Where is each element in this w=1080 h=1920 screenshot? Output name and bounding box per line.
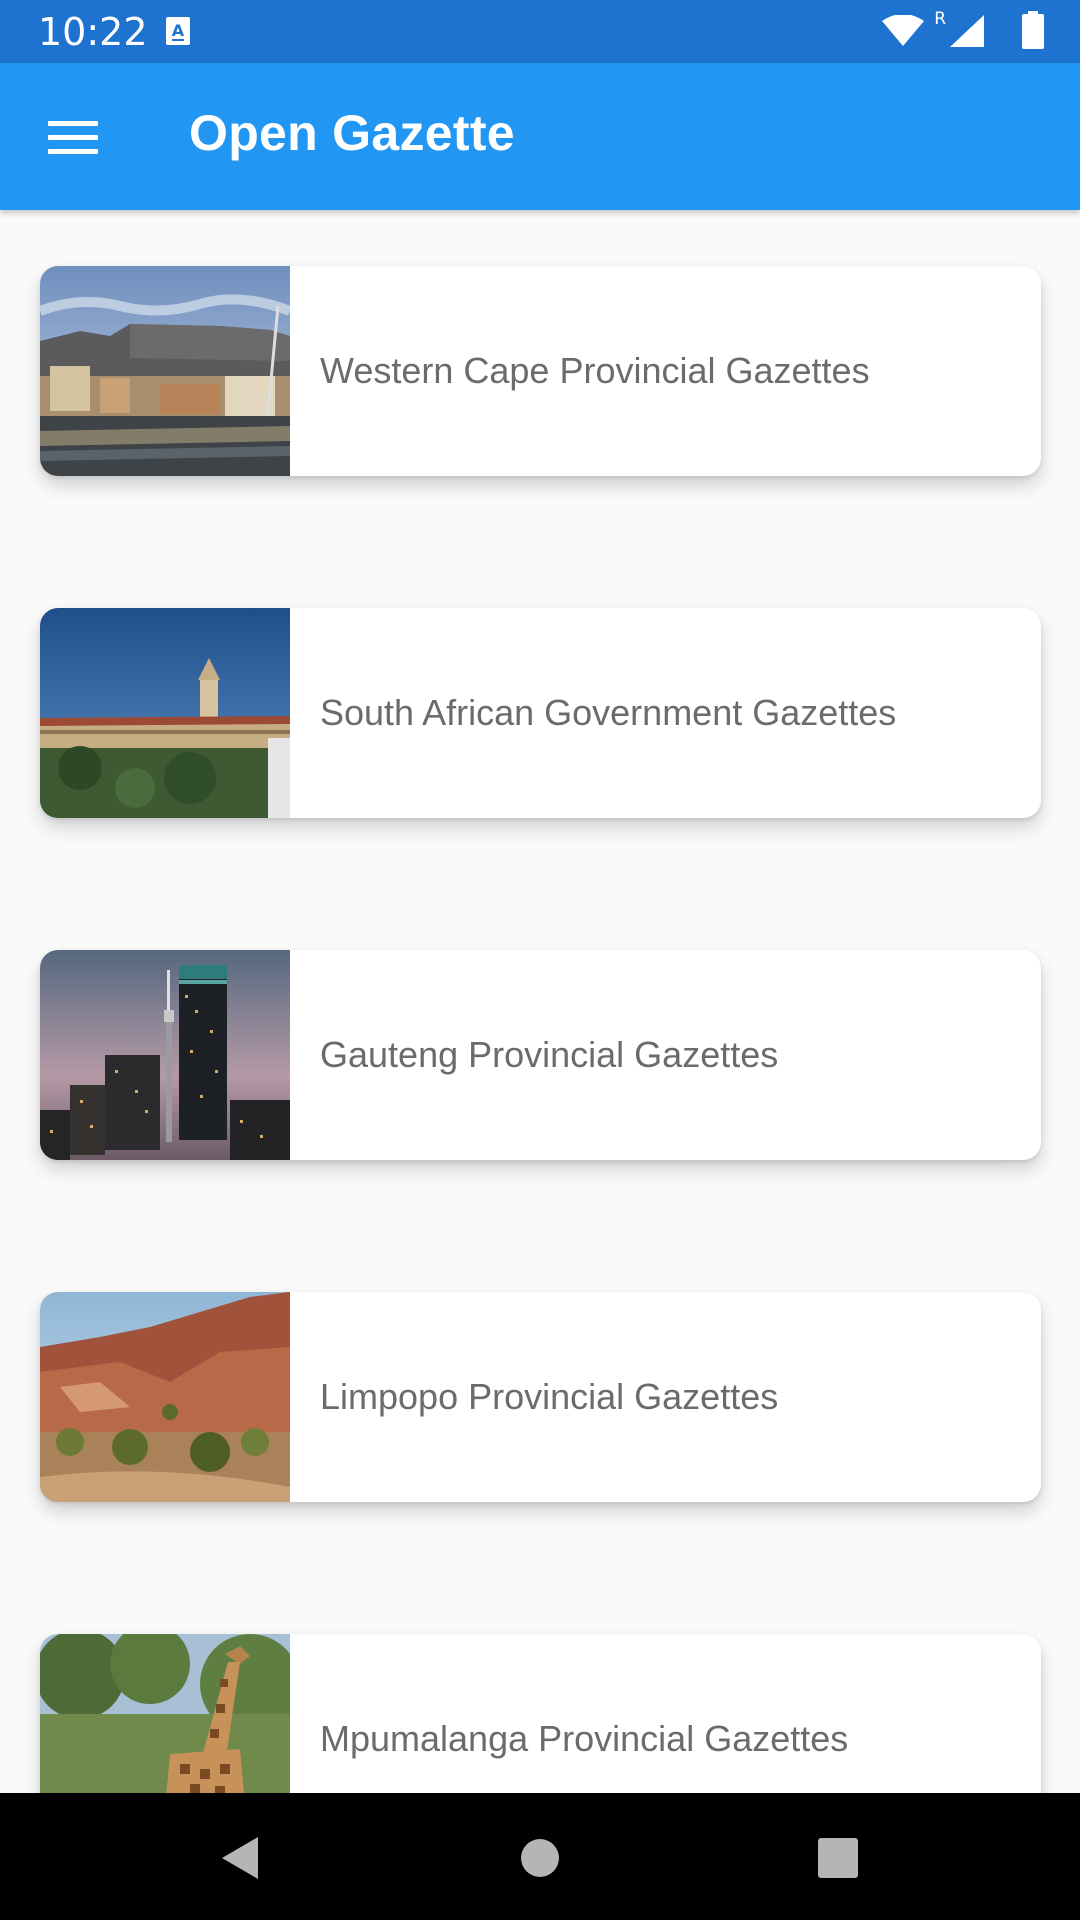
back-icon (222, 1837, 258, 1879)
johannesburg-skyline-photo (40, 950, 290, 1160)
back-button[interactable] (200, 1823, 280, 1893)
roaming-label: R (934, 9, 946, 29)
cape-town-waterfront-photo (40, 266, 290, 476)
gazette-label: Western Cape Provincial Gazettes (320, 350, 870, 391)
home-icon (521, 1839, 559, 1877)
giraffe-photo (40, 1634, 290, 1793)
recents-icon (818, 1838, 858, 1878)
gazette-list[interactable]: Western Cape Provincial Gazettes South A… (0, 210, 1080, 1793)
gazette-card-south-african-government[interactable]: South African Government Gazettes (40, 608, 1041, 818)
hamburger-menu-icon (48, 112, 98, 163)
font-a-icon: A (166, 17, 190, 45)
svg-text:A: A (172, 21, 185, 40)
gazette-card-western-cape[interactable]: Western Cape Provincial Gazettes (40, 266, 1041, 476)
gazette-label: Mpumalanga Provincial Gazettes (320, 1718, 849, 1759)
menu-button[interactable] (28, 98, 118, 176)
limpopo-landscape-photo (40, 1292, 290, 1502)
gazette-label: South African Government Gazettes (320, 692, 897, 733)
home-button[interactable] (500, 1823, 580, 1893)
system-nav-bar (0, 1793, 1080, 1920)
signal-icon (950, 15, 984, 47)
gazette-card-gauteng[interactable]: Gauteng Provincial Gazettes (40, 950, 1041, 1160)
gazette-label: Gauteng Provincial Gazettes (320, 1034, 779, 1075)
status-time: 10:22 (38, 10, 148, 54)
recents-button[interactable] (798, 1823, 878, 1893)
battery-icon (1022, 11, 1044, 49)
gazette-card-limpopo[interactable]: Limpopo Provincial Gazettes (40, 1292, 1041, 1502)
wifi-icon (882, 15, 924, 46)
status-bar: 10:22 A R (0, 0, 1080, 63)
app-bar: Open Gazette (0, 63, 1080, 210)
app-title: Open Gazette (189, 105, 515, 161)
gazette-label: Limpopo Provincial Gazettes (320, 1376, 779, 1417)
union-buildings-photo (40, 608, 290, 818)
gazette-card-mpumalanga[interactable]: Mpumalanga Provincial Gazettes (40, 1634, 1041, 1793)
